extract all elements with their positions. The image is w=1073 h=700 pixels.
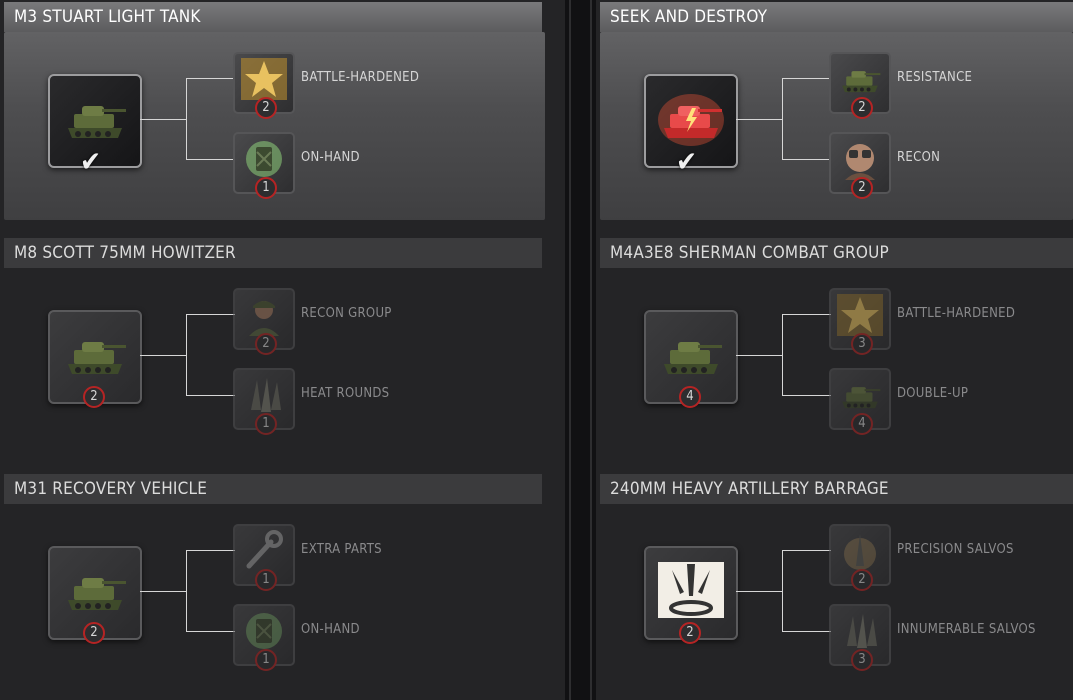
tree-connector bbox=[140, 355, 186, 356]
tree-connector bbox=[140, 119, 186, 120]
upgrade-label: INNUMERABLE SALVOS bbox=[897, 622, 1036, 637]
upgrade-tile-button[interactable]: 2 bbox=[829, 52, 891, 119]
upgrade-count-badge: 1 bbox=[255, 569, 277, 591]
unit-card[interactable]: M4A3E8 SHERMAN COMBAT GROUP 4 3 BATTLE-H… bbox=[596, 236, 1073, 464]
upgrade-label: ON-HAND bbox=[301, 622, 360, 637]
upgrade-tile-button[interactable]: 2 bbox=[233, 288, 295, 355]
unit-card[interactable]: M31 RECOVERY VEHICLE 2 1 EXTRA PARTS 1 O… bbox=[0, 472, 565, 700]
upgrade-count-badge: 2 bbox=[255, 333, 277, 355]
unit-card[interactable]: M3 STUART LIGHT TANK ✔ 2 BATTLE-HARDENED… bbox=[0, 0, 565, 228]
upgrade-count-badge: 1 bbox=[255, 649, 277, 671]
upgrade-count-badge: 1 bbox=[255, 177, 277, 199]
upgrade-count-badge: 2 bbox=[851, 569, 873, 591]
unit-card-title: SEEK AND DESTROY bbox=[600, 2, 1073, 32]
upgrade-label: PRECISION SALVOS bbox=[897, 542, 1014, 557]
tree-connector bbox=[186, 550, 235, 632]
unit-count-badge: 2 bbox=[83, 386, 105, 408]
unit-card[interactable]: M8 SCOTT 75MM HOWITZER 2 2 RECON GROUP 1… bbox=[0, 236, 565, 464]
upgrade-count-badge: 3 bbox=[851, 649, 873, 671]
upgrade-count-badge: 4 bbox=[851, 413, 873, 435]
left-unit-column: M3 STUART LIGHT TANK ✔ 2 BATTLE-HARDENED… bbox=[0, 0, 565, 700]
unit-count-badge: 2 bbox=[83, 622, 105, 644]
tree-connector bbox=[782, 314, 831, 396]
upgrade-label: ON-HAND bbox=[301, 150, 360, 165]
upgrade-tile-button[interactable]: 1 bbox=[233, 524, 295, 591]
upgrade-label: RESISTANCE bbox=[897, 70, 973, 85]
upgrade-count-badge: 2 bbox=[851, 177, 873, 199]
upgrade-count-badge: 2 bbox=[255, 97, 277, 119]
upgrade-label: HEAT ROUNDS bbox=[301, 386, 390, 401]
upgrade-label: RECON bbox=[897, 150, 941, 165]
upgrade-count-badge: 3 bbox=[851, 333, 873, 355]
right-unit-column: SEEK AND DESTROY ✔ 2 RESISTANCE 2 RECON M… bbox=[596, 0, 1073, 700]
upgrade-label: BATTLE-HARDENED bbox=[301, 70, 420, 85]
column-divider bbox=[565, 0, 596, 700]
tree-connector bbox=[736, 591, 782, 592]
upgrade-tile-button[interactable]: 1 bbox=[233, 604, 295, 671]
unit-card-title: M8 SCOTT 75MM HOWITZER bbox=[4, 238, 542, 268]
selected-check-icon: ✔ bbox=[80, 145, 102, 178]
upgrade-tile-button[interactable]: 3 bbox=[829, 604, 891, 671]
upgrade-label: RECON GROUP bbox=[301, 306, 392, 321]
upgrade-tile-button[interactable]: 2 bbox=[829, 524, 891, 591]
upgrade-tile-button[interactable]: 2 bbox=[829, 132, 891, 199]
selected-check-icon: ✔ bbox=[676, 145, 698, 178]
tree-connector bbox=[736, 355, 782, 356]
unit-card[interactable]: 240MM HEAVY ARTILLERY BARRAGE 2 2 PRECIS… bbox=[596, 472, 1073, 700]
unit-card-title: 240MM HEAVY ARTILLERY BARRAGE bbox=[600, 474, 1073, 504]
unit-card-title: M3 STUART LIGHT TANK bbox=[4, 2, 542, 32]
upgrade-label: BATTLE-HARDENED bbox=[897, 306, 1016, 321]
upgrade-count-badge: 1 bbox=[255, 413, 277, 435]
tree-connector bbox=[782, 78, 831, 160]
unit-card-title: M4A3E8 SHERMAN COMBAT GROUP bbox=[600, 238, 1073, 268]
upgrade-tile-button[interactable]: 3 bbox=[829, 288, 891, 355]
upgrade-tile-button[interactable]: 2 bbox=[233, 52, 295, 119]
unit-count-badge: 4 bbox=[679, 386, 701, 408]
upgrade-tile-button[interactable]: 1 bbox=[233, 368, 295, 435]
tree-connector bbox=[186, 314, 235, 396]
unit-card[interactable]: SEEK AND DESTROY ✔ 2 RESISTANCE 2 RECON bbox=[596, 0, 1073, 228]
tree-connector bbox=[186, 78, 235, 160]
upgrade-label: DOUBLE-UP bbox=[897, 386, 969, 401]
upgrade-label: EXTRA PARTS bbox=[301, 542, 382, 557]
unit-card-title: M31 RECOVERY VEHICLE bbox=[4, 474, 542, 504]
upgrade-tile-button[interactable]: 4 bbox=[829, 368, 891, 435]
tree-connector bbox=[782, 550, 831, 632]
unit-count-badge: 2 bbox=[679, 622, 701, 644]
tree-connector bbox=[736, 119, 782, 120]
upgrade-count-badge: 2 bbox=[851, 97, 873, 119]
tree-connector bbox=[140, 591, 186, 592]
upgrade-tile-button[interactable]: 1 bbox=[233, 132, 295, 199]
